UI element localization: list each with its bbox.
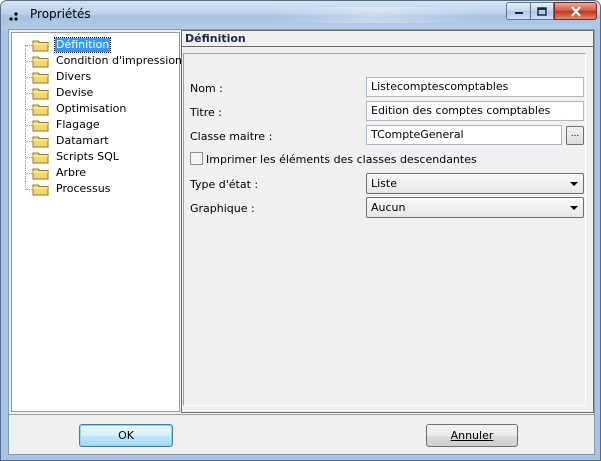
tree-item[interactable]: Scripts SQL [12, 149, 180, 165]
tree-line [25, 45, 26, 53]
title-bar-glare [266, 7, 486, 23]
folder-icon [32, 119, 50, 132]
tree-item-label[interactable]: Devise [55, 86, 94, 100]
panel-header: Définition [182, 31, 593, 47]
folder-icon [32, 39, 50, 52]
tree-item-label[interactable]: Scripts SQL [55, 150, 120, 164]
nom-field[interactable]: Listecomptescomptables [366, 77, 584, 97]
titre-field[interactable]: Edition des comptes comptables [366, 101, 584, 121]
type-etat-label: Type d'état : [190, 178, 259, 191]
chevron-down-icon [570, 182, 578, 186]
tree-item-label[interactable]: Processus [55, 182, 111, 196]
minimize-icon [514, 12, 523, 14]
tree-item[interactable]: Optimisation [12, 101, 180, 117]
graphique-select[interactable]: Aucun [366, 197, 584, 218]
tree-item-label[interactable]: Condition d'impression [55, 54, 183, 68]
folder-icon [32, 55, 50, 68]
close-button[interactable] [554, 2, 597, 20]
nom-label: Nom : [190, 82, 223, 95]
title-bar[interactable]: Propriétés [1, 1, 600, 29]
tree-item[interactable]: Arbre [12, 165, 180, 181]
type-etat-value: Liste [371, 177, 397, 190]
dialog-client: Définition Condition d'impression Divers De… [8, 29, 595, 455]
tree-item-label[interactable]: Optimisation [55, 102, 127, 116]
cancel-button-label: Annuler [450, 429, 494, 442]
properties-window: Propriétés Définition Condition d'impress… [0, 0, 601, 461]
graphique-value: Aucun [371, 201, 406, 214]
tree-item[interactable]: Datamart [12, 133, 180, 149]
category-tree[interactable]: Définition Condition d'impression Divers De… [11, 32, 183, 412]
tree-item[interactable]: Flagage [12, 117, 180, 133]
maximize-icon [537, 6, 547, 16]
panel-body: Nom : Listecomptescomptables Titre : Edi… [183, 53, 586, 406]
chevron-down-icon [570, 206, 578, 210]
tree-item[interactable]: Processus [12, 181, 180, 197]
app-icon [9, 12, 18, 21]
cancel-button[interactable]: Annuler [426, 424, 518, 447]
tree-item-label[interactable]: Datamart [55, 134, 110, 148]
minimize-button[interactable] [506, 2, 531, 20]
close-icon [570, 5, 581, 17]
descendants-checkbox-label[interactable]: Imprimer les éléments des classes descen… [206, 153, 477, 166]
folder-icon [32, 167, 50, 180]
folder-icon [32, 71, 50, 84]
titre-label: Titre : [190, 106, 223, 119]
tree-item[interactable]: Définition [12, 37, 180, 53]
browse-button[interactable]: ... [566, 126, 584, 145]
graphique-label: Graphique : [190, 202, 255, 215]
tree-item-label[interactable]: Flagage [55, 118, 101, 132]
footer-separator [9, 414, 594, 415]
ok-button[interactable]: OK [79, 424, 173, 447]
tree-item-label[interactable]: Divers [55, 70, 92, 84]
descendants-checkbox[interactable] [190, 152, 203, 165]
folder-icon [32, 151, 50, 164]
tree-item[interactable]: Divers [12, 69, 180, 85]
folder-icon [32, 135, 50, 148]
definition-panel: Définition Nom : Listecomptescomptables … [181, 30, 594, 413]
maximize-button[interactable] [530, 2, 554, 20]
window-title: Propriétés [30, 7, 91, 21]
type-etat-select[interactable]: Liste [366, 173, 584, 194]
folder-icon [32, 103, 50, 116]
folder-icon [32, 183, 50, 196]
tree-item[interactable]: Devise [12, 85, 180, 101]
classe-maitre-label: Classe maitre : [190, 130, 273, 143]
tree-item-label[interactable]: Arbre [55, 166, 87, 180]
classe-maitre-field[interactable]: TCompteGeneral [366, 125, 562, 145]
tree-item-label[interactable]: Définition [53, 37, 112, 53]
folder-icon [32, 87, 50, 100]
tree-item[interactable]: Condition d'impression [12, 53, 183, 69]
panel-title: Définition [185, 32, 246, 45]
